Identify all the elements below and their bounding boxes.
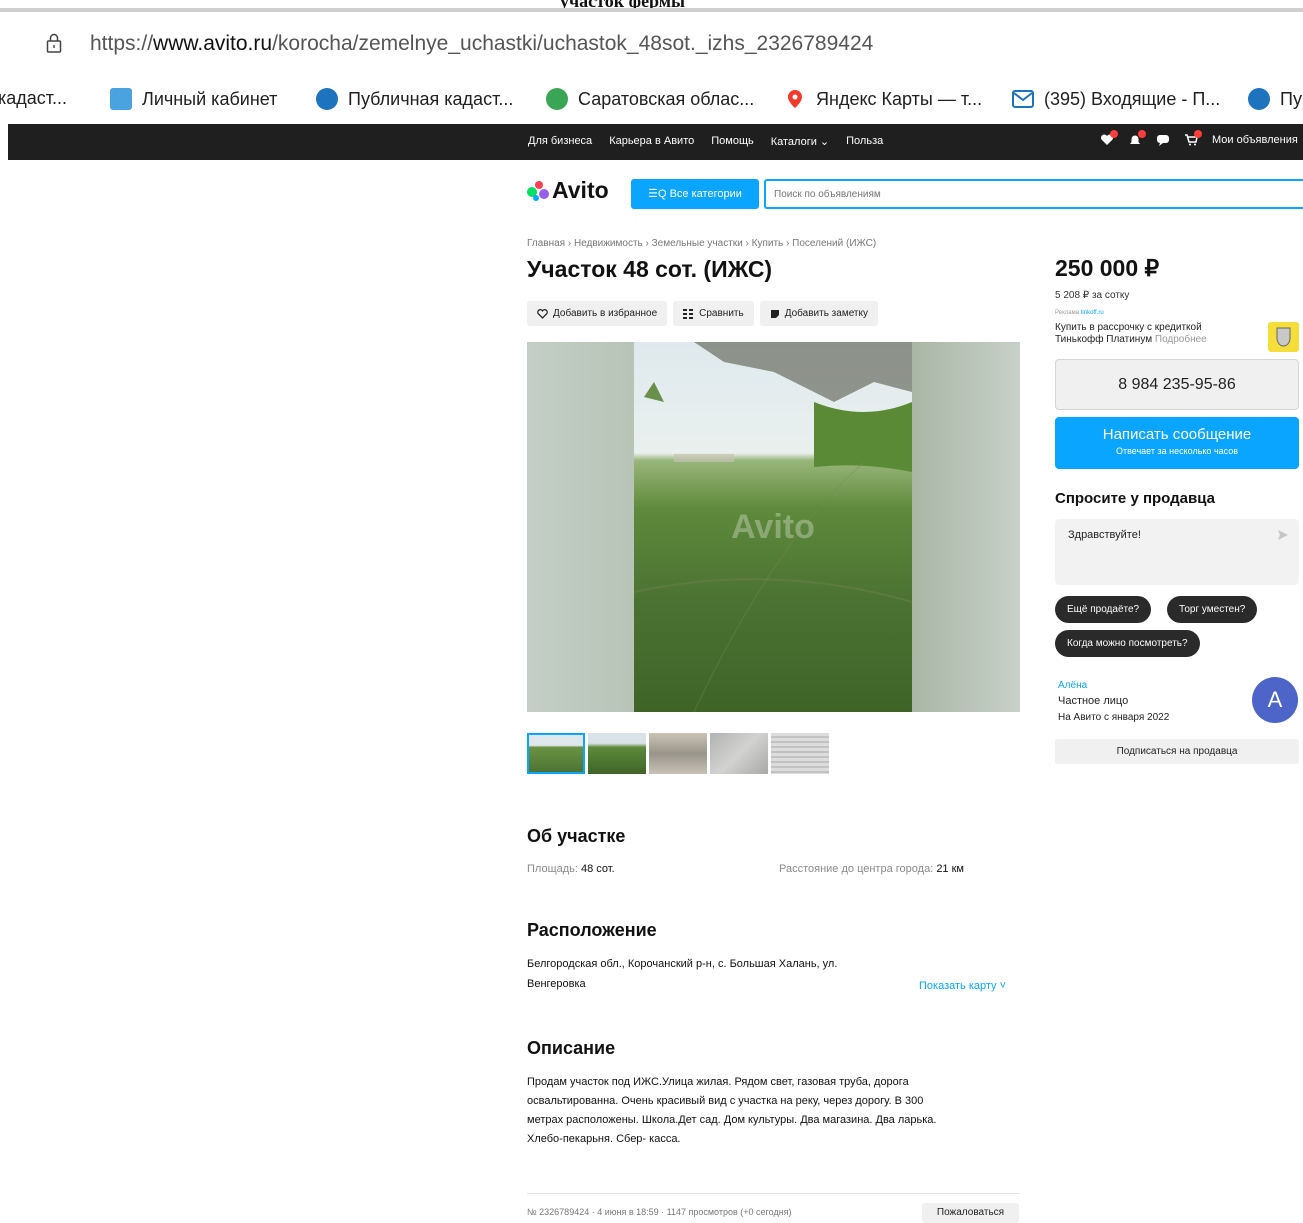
gosuslugi-icon	[110, 88, 132, 110]
address-bar[interactable]: https://www.avito.ru/korocha/zemelnye_uc…	[0, 16, 1303, 74]
note-icon	[770, 309, 779, 318]
add-note-button[interactable]: Добавить заметку	[759, 301, 878, 326]
area-info: Площадь: 48 сот.	[527, 863, 615, 875]
write-message-button[interactable]: Написать сообщение Отвечает за несколько…	[1055, 417, 1299, 469]
lock-icon[interactable]	[46, 33, 62, 53]
seller-type: Частное лицо	[1058, 695, 1129, 707]
messages-icon[interactable]	[1156, 134, 1170, 146]
notifications-bell-icon[interactable]	[1128, 130, 1146, 146]
description-line-3: метрах расположены. Школа.Дет сад. Дом к…	[527, 1114, 937, 1126]
user-toolbar: Мои объявления	[1100, 130, 1298, 146]
cart-icon[interactable]	[1184, 130, 1202, 146]
thumbnail-2[interactable]	[588, 733, 646, 774]
map-pin-icon	[788, 90, 802, 108]
avito-logo-icon	[527, 180, 549, 201]
bookmark-public-cadastral[interactable]: Публичная кадаст...	[316, 88, 513, 110]
send-icon[interactable]	[1277, 529, 1289, 541]
ask-seller-text[interactable]: Здравствуйте!	[1068, 529, 1141, 541]
location-heading: Расположение	[527, 920, 657, 940]
mail-icon	[1012, 90, 1034, 108]
address-line-1: Белгородская обл., Корочанский р-н, с. Б…	[527, 958, 838, 970]
watermark-text: Avito	[731, 508, 815, 546]
site-topbar: Для бизнеса Карьера в Авито Помощь Катал…	[8, 124, 1303, 160]
thumbnail-5[interactable]	[771, 733, 829, 774]
avatar[interactable]: A	[1252, 677, 1298, 723]
avito-logo[interactable]: Avito	[527, 177, 609, 204]
page-top-strip: участок фермы	[0, 0, 1303, 12]
favorites-heart-icon[interactable]	[1100, 130, 1118, 146]
heart-icon	[537, 308, 548, 319]
all-categories-button[interactable]: ☰Q Все категории	[631, 179, 759, 209]
price: 250 000 ₽	[1055, 255, 1160, 281]
quick-question-viewing[interactable]: Когда можно посмотреть?	[1055, 630, 1200, 657]
photo-gallery[interactable]: Avito	[527, 342, 1020, 712]
quick-question-still-selling[interactable]: Ещё продаёте?	[1055, 596, 1152, 623]
ad-image[interactable]	[1268, 322, 1299, 352]
description-line-2: освальтированна. Очень красивый вид с уч…	[527, 1095, 924, 1107]
bookmark-cadastral-1[interactable]: кадаст...	[0, 88, 67, 109]
add-favorite-button[interactable]: Добавить в избранное	[527, 301, 668, 326]
show-map-link[interactable]: Показать карту ˅	[919, 980, 1006, 992]
bookmark-saratov[interactable]: Саратовская облас...	[546, 88, 754, 110]
home-icon	[1248, 88, 1270, 110]
footer-divider	[527, 1193, 1020, 1194]
thumbnail-3[interactable]	[649, 733, 707, 774]
thumbnail-1[interactable]	[527, 733, 585, 774]
price-per-sotka: 5 208 ₽ за сотку	[1055, 290, 1130, 301]
about-heading: Об участке	[527, 826, 626, 846]
listing-meta: № 2326789424 · 4 июня в 18:59 · 1147 про…	[527, 1207, 792, 1217]
ad-label: Реклама tinkoff.ru	[1055, 310, 1104, 316]
check-icon	[546, 88, 568, 110]
topnav-benefit[interactable]: Польза	[846, 135, 883, 148]
topnav-business[interactable]: Для бизнеса	[528, 135, 592, 148]
search-input[interactable]	[764, 179, 1303, 209]
main-photo[interactable]: Avito	[633, 342, 913, 712]
description-line-1: Продам участок под ИЖС.Улица жилая. Рядо…	[527, 1076, 909, 1088]
ad-text[interactable]: Купить в рассрочку с кредиткой Тинькофф …	[1055, 322, 1207, 346]
bookmark-inbox[interactable]: (395) Входящие - П...	[1012, 88, 1220, 110]
bookmark-public-2[interactable]: Пу	[1248, 88, 1302, 110]
page-title: Участок 48 сот. (ИЖС)	[527, 256, 773, 282]
tinkoff-crest-icon	[1276, 327, 1291, 347]
ask-seller-input[interactable]: Здравствуйте!	[1055, 519, 1299, 585]
bookmarks-bar: кадаст... Личный кабинет Публичная кадас…	[0, 78, 1303, 122]
gallery-blur-right	[912, 342, 1020, 712]
ask-seller-heading: Спросите у продавца	[1055, 490, 1215, 507]
topnav-career[interactable]: Карьера в Авито	[609, 135, 694, 148]
description-line-4: Хлебо-пекарьня. Сбер- касса.	[527, 1133, 681, 1145]
topnav: Для бизнеса Карьера в Авито Помощь Катал…	[528, 135, 883, 148]
bookmark-yandex-maps[interactable]: Яндекс Карты — т...	[784, 88, 982, 110]
address-line-2: Венгеровка	[527, 978, 586, 990]
quick-question-bargain[interactable]: Торг уместен?	[1167, 596, 1258, 623]
thumbnail-strip	[527, 733, 829, 774]
thumbnail-4[interactable]	[710, 733, 768, 774]
show-phone-button[interactable]: 8 984 235-95-86	[1055, 359, 1299, 410]
clipped-heading: участок фермы	[560, 0, 686, 11]
complain-button[interactable]: Пожаловаться	[922, 1203, 1019, 1223]
distance-info: Расстояние до центра города: 21 км	[779, 863, 964, 875]
seller-since: На Авито с января 2022	[1058, 712, 1170, 723]
url-text[interactable]: https://www.avito.ru/korocha/zemelnye_uc…	[90, 32, 873, 56]
home-icon	[316, 88, 338, 110]
subscribe-seller-button[interactable]: Подписаться на продавца	[1055, 739, 1299, 764]
topnav-help[interactable]: Помощь	[711, 135, 754, 148]
listing-actions: Добавить в избранное Сравнить Добавить з…	[527, 301, 878, 326]
compare-icon	[683, 308, 694, 319]
topnav-catalogs[interactable]: Каталоги ⌄	[771, 135, 829, 148]
bookmark-personal-cabinet[interactable]: Личный кабинет	[110, 88, 277, 110]
gallery-blur-left	[527, 342, 634, 712]
compare-button[interactable]: Сравнить	[673, 301, 754, 326]
breadcrumb[interactable]: Главная › Недвижимость › Земельные участ…	[527, 238, 876, 249]
description-heading: Описание	[527, 1038, 616, 1058]
my-ads-link[interactable]: Мои объявления	[1212, 134, 1298, 146]
seller-name[interactable]: Алёна	[1058, 680, 1087, 691]
